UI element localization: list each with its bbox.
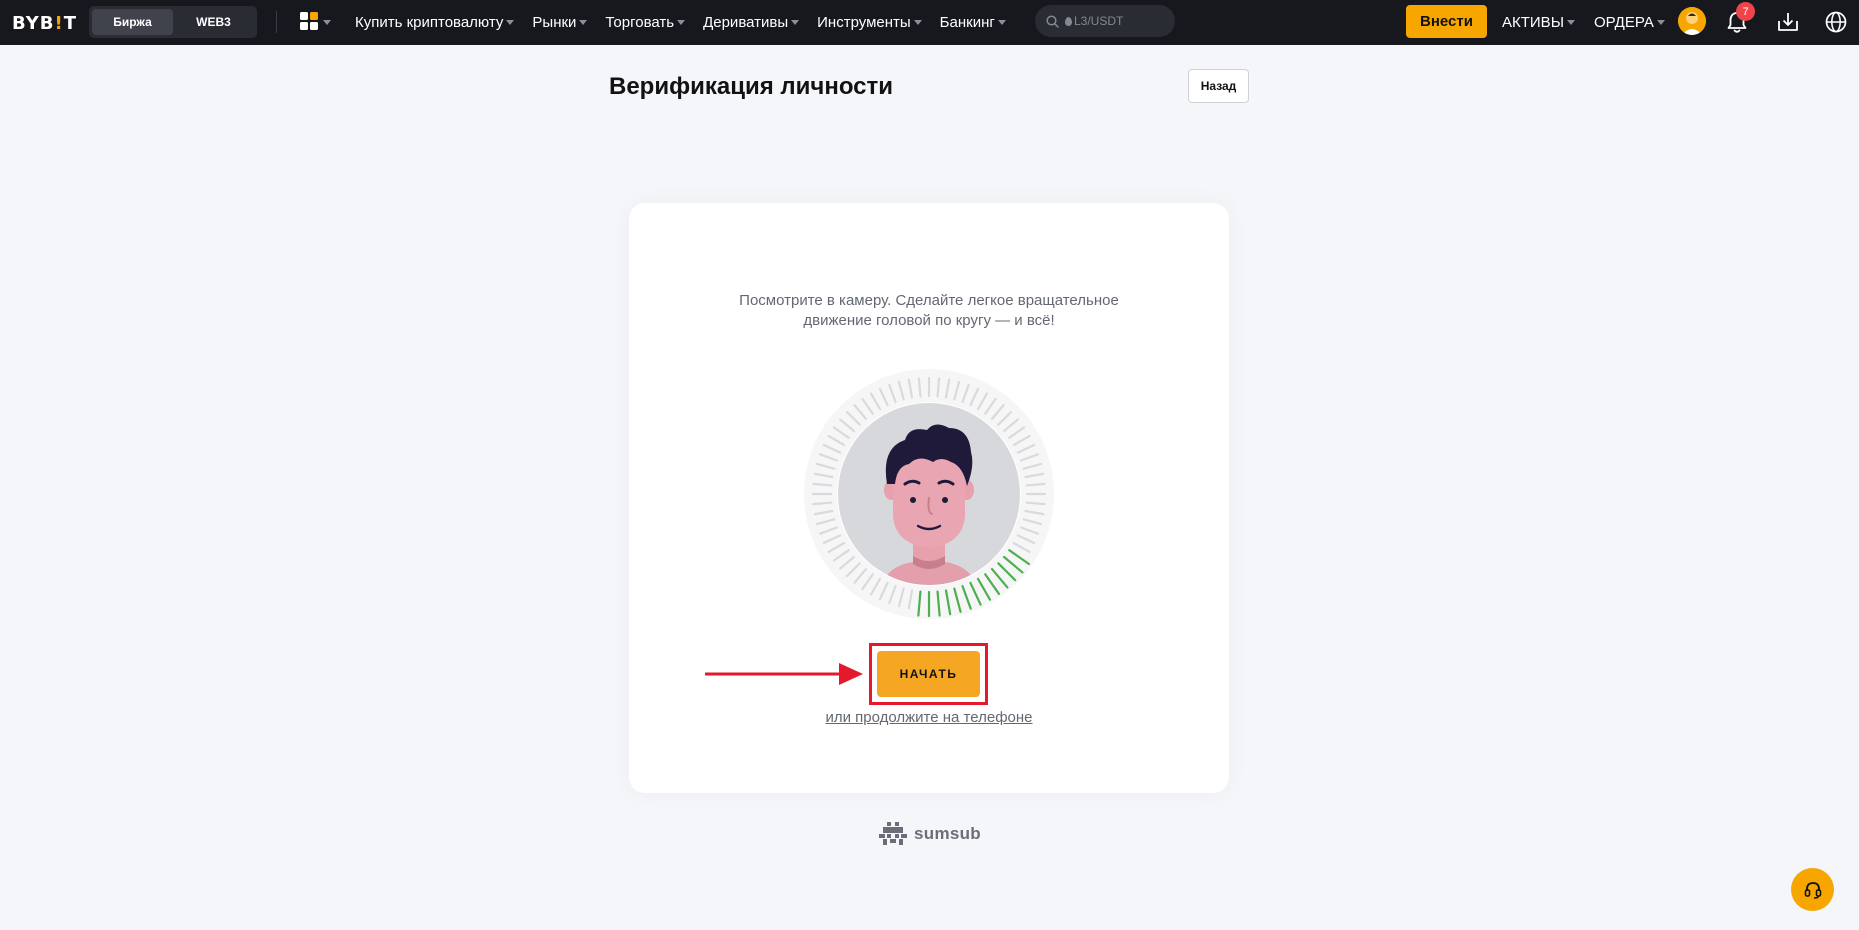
back-button[interactable]: Назад — [1188, 69, 1249, 103]
continue-on-phone-link[interactable]: или продолжите на телефоне — [629, 709, 1229, 726]
segment-web3[interactable]: WEB3 — [173, 9, 254, 35]
orders-menu[interactable]: ОРДЕРА — [1594, 0, 1665, 45]
menu-label: Деривативы — [703, 14, 789, 31]
liveness-instruction: Посмотрите в камеру. Сделайте легкое вра… — [629, 291, 1229, 331]
menu-derivatives[interactable]: Деривативы — [703, 0, 800, 45]
instruction-line: Посмотрите в камеру. Сделайте легкое вра… — [739, 292, 1119, 309]
face-capture-illustration — [804, 369, 1054, 619]
face-illustration — [801, 366, 1057, 622]
menu-label: Инструменты — [817, 14, 911, 31]
start-button[interactable]: НАЧАТЬ — [877, 651, 980, 697]
menu-label: Купить криптовалюту — [355, 14, 504, 31]
top-navigation-bar: BYB!T Биржа WEB3 Купить криптовалюту Рын… — [0, 0, 1859, 45]
caret-down-icon — [677, 20, 686, 25]
download-icon[interactable] — [1776, 10, 1800, 34]
assets-label: АКТИВЫ — [1502, 14, 1564, 31]
search-icon — [1046, 14, 1059, 28]
progress-tick — [812, 501, 833, 506]
caret-down-icon — [913, 20, 922, 25]
sumsub-wordmark: sumsub — [914, 824, 981, 843]
search-placeholder: L3/USDT — [1074, 14, 1124, 28]
instruction-line: движение головой по кругу — и всё! — [803, 312, 1055, 329]
caret-down-icon — [791, 20, 800, 25]
sumsub-brand: sumsub — [878, 822, 981, 846]
menu-label: Торговать — [605, 14, 675, 31]
deposit-button[interactable]: Внести — [1406, 5, 1487, 38]
caret-down-icon — [579, 20, 588, 25]
menu-buy-crypto[interactable]: Купить криптовалюту — [355, 0, 515, 45]
caret-down-icon — [1656, 20, 1665, 25]
search-input[interactable]: L3/USDT — [1035, 5, 1175, 37]
page-title: Верификация личности — [609, 73, 894, 100]
main-menu: Купить криптовалюту Рынки Торговать Дери… — [355, 0, 1024, 45]
token-drop-icon — [1065, 16, 1072, 26]
menu-tools[interactable]: Инструменты — [817, 0, 922, 45]
progress-tick — [936, 377, 941, 398]
menu-trade[interactable]: Торговать — [605, 0, 686, 45]
apps-grid-icon[interactable] — [300, 12, 332, 32]
progress-tick — [812, 482, 833, 487]
notification-badge: 7 — [1736, 2, 1755, 21]
orders-label: ОРДЕРА — [1594, 14, 1654, 31]
liveness-card: Посмотрите в камеру. Сделайте легкое вра… — [629, 203, 1229, 793]
user-avatar-icon[interactable] — [1678, 7, 1706, 35]
globe-icon[interactable] — [1824, 10, 1848, 34]
menu-label: Банкинг — [939, 14, 995, 31]
menu-label: Рынки — [532, 14, 577, 31]
nav-divider — [276, 11, 277, 33]
red-arrow-annotation — [705, 663, 863, 685]
segment-exchange[interactable]: Биржа — [92, 9, 173, 35]
sumsub-logo-icon — [879, 822, 907, 845]
exchange-web3-switch: Биржа WEB3 — [89, 6, 257, 38]
progress-tick — [1025, 482, 1046, 487]
progress-tick — [917, 377, 922, 398]
caret-down-icon — [506, 20, 515, 25]
menu-markets[interactable]: Рынки — [532, 0, 588, 45]
progress-tick — [1025, 501, 1046, 506]
menu-banking[interactable]: Банкинг — [940, 0, 1006, 45]
headset-icon — [1804, 881, 1821, 899]
caret-down-icon — [1566, 20, 1575, 25]
bybit-logo[interactable]: BYB!T — [12, 13, 77, 34]
assets-menu[interactable]: АКТИВЫ — [1502, 0, 1575, 45]
support-chat-button[interactable] — [1791, 868, 1834, 911]
caret-down-icon — [997, 20, 1006, 25]
